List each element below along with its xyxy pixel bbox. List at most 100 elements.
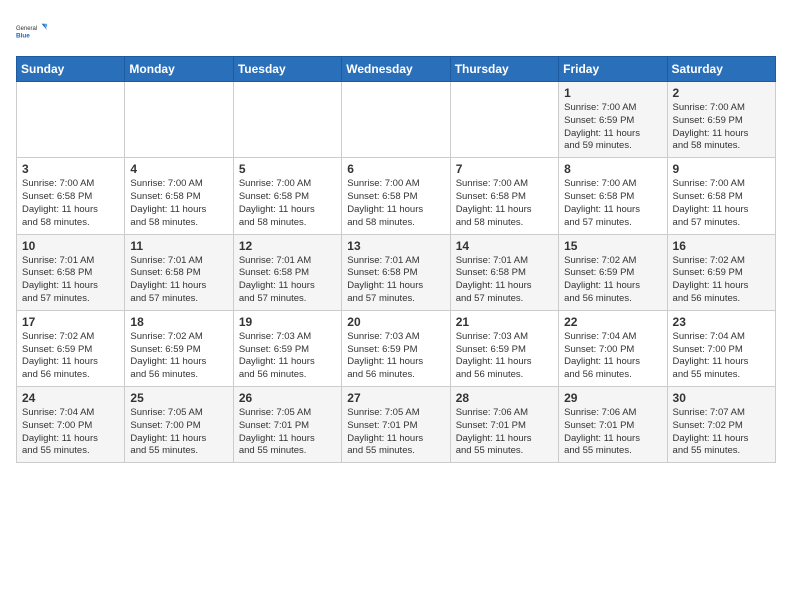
day-number: 8 (564, 162, 661, 176)
day-info: Sunrise: 7:00 AM Sunset: 6:58 PM Dayligh… (673, 178, 770, 229)
day-number: 17 (22, 315, 119, 329)
svg-text:General: General (16, 26, 37, 32)
calendar-cell: 9 Sunrise: 7:00 AM Sunset: 6:58 PM Daylig… (667, 158, 775, 234)
day-number: 29 (564, 391, 661, 405)
calendar-week-row: 1 Sunrise: 7:00 AM Sunset: 6:59 PM Daylig… (17, 82, 776, 158)
calendar-table: SundayMondayTuesdayWednesdayThursdayFrid… (16, 56, 776, 463)
day-number: 26 (239, 391, 336, 405)
logo: GeneralBlue (16, 16, 48, 48)
day-info: Sunrise: 7:06 AM Sunset: 7:01 PM Dayligh… (564, 407, 661, 458)
day-number: 15 (564, 239, 661, 253)
day-info: Sunrise: 7:02 AM Sunset: 6:59 PM Dayligh… (673, 255, 770, 306)
day-number: 20 (347, 315, 444, 329)
day-info: Sunrise: 7:05 AM Sunset: 7:00 PM Dayligh… (130, 407, 227, 458)
day-number: 19 (239, 315, 336, 329)
day-info: Sunrise: 7:04 AM Sunset: 7:00 PM Dayligh… (564, 331, 661, 382)
calendar-col-header: Sunday (17, 57, 125, 82)
day-number: 7 (456, 162, 553, 176)
calendar-cell: 4 Sunrise: 7:00 AM Sunset: 6:58 PM Daylig… (125, 158, 233, 234)
calendar-cell: 29 Sunrise: 7:06 AM Sunset: 7:01 PM Dayli… (559, 387, 667, 463)
day-info: Sunrise: 7:01 AM Sunset: 6:58 PM Dayligh… (22, 255, 119, 306)
calendar-week-row: 10Sunrise: 7:01 AM Sunset: 6:58 PM Dayli… (17, 234, 776, 310)
day-number: 3 (22, 162, 119, 176)
calendar-cell: 26 Sunrise: 7:05 AM Sunset: 7:01 PM Dayli… (233, 387, 341, 463)
day-info: Sunrise: 7:02 AM Sunset: 6:59 PM Dayligh… (130, 331, 227, 382)
day-number: 21 (456, 315, 553, 329)
calendar-cell: 10Sunrise: 7:01 AM Sunset: 6:58 PM Dayli… (17, 234, 125, 310)
calendar-cell (450, 82, 558, 158)
calendar-cell: 19 Sunrise: 7:03 AM Sunset: 6:59 PM Dayli… (233, 310, 341, 386)
page-header: GeneralBlue (16, 16, 776, 48)
day-number: 1 (564, 86, 661, 100)
calendar-cell: 3Sunrise: 7:00 AM Sunset: 6:58 PM Daylig… (17, 158, 125, 234)
day-number: 22 (564, 315, 661, 329)
calendar-cell: 11 Sunrise: 7:01 AM Sunset: 6:58 PM Dayli… (125, 234, 233, 310)
day-info: Sunrise: 7:03 AM Sunset: 6:59 PM Dayligh… (239, 331, 336, 382)
calendar-cell: 16 Sunrise: 7:02 AM Sunset: 6:59 PM Dayli… (667, 234, 775, 310)
day-number: 16 (673, 239, 770, 253)
calendar-cell: 23 Sunrise: 7:04 AM Sunset: 7:00 PM Dayli… (667, 310, 775, 386)
calendar-cell (17, 82, 125, 158)
day-info: Sunrise: 7:04 AM Sunset: 7:00 PM Dayligh… (673, 331, 770, 382)
calendar-col-header: Saturday (667, 57, 775, 82)
day-number: 23 (673, 315, 770, 329)
day-number: 9 (673, 162, 770, 176)
svg-text:Blue: Blue (16, 32, 30, 39)
day-number: 4 (130, 162, 227, 176)
day-number: 2 (673, 86, 770, 100)
calendar-cell (233, 82, 341, 158)
day-number: 5 (239, 162, 336, 176)
day-info: Sunrise: 7:06 AM Sunset: 7:01 PM Dayligh… (456, 407, 553, 458)
calendar-cell: 15 Sunrise: 7:02 AM Sunset: 6:59 PM Dayli… (559, 234, 667, 310)
calendar-cell: 7 Sunrise: 7:00 AM Sunset: 6:58 PM Daylig… (450, 158, 558, 234)
calendar-cell: 6Sunrise: 7:00 AM Sunset: 6:58 PM Daylig… (342, 158, 450, 234)
day-info: Sunrise: 7:03 AM Sunset: 6:59 PM Dayligh… (347, 331, 444, 382)
calendar-cell: 13 Sunrise: 7:01 AM Sunset: 6:58 PM Dayli… (342, 234, 450, 310)
day-info: Sunrise: 7:01 AM Sunset: 6:58 PM Dayligh… (130, 255, 227, 306)
day-info: Sunrise: 7:05 AM Sunset: 7:01 PM Dayligh… (239, 407, 336, 458)
calendar-cell: 2 Sunrise: 7:00 AM Sunset: 6:59 PM Daylig… (667, 82, 775, 158)
day-number: 12 (239, 239, 336, 253)
calendar-cell: 25 Sunrise: 7:05 AM Sunset: 7:00 PM Dayli… (125, 387, 233, 463)
day-number: 25 (130, 391, 227, 405)
day-info: Sunrise: 7:01 AM Sunset: 6:58 PM Dayligh… (239, 255, 336, 306)
day-info: Sunrise: 7:05 AM Sunset: 7:01 PM Dayligh… (347, 407, 444, 458)
calendar-cell: 24 Sunrise: 7:04 AM Sunset: 7:00 PM Dayli… (17, 387, 125, 463)
calendar-cell: 5 Sunrise: 7:00 AM Sunset: 6:58 PM Daylig… (233, 158, 341, 234)
calendar-col-header: Wednesday (342, 57, 450, 82)
calendar-cell: 22 Sunrise: 7:04 AM Sunset: 7:00 PM Dayli… (559, 310, 667, 386)
day-number: 13 (347, 239, 444, 253)
day-number: 24 (22, 391, 119, 405)
calendar-header-row: SundayMondayTuesdayWednesdayThursdayFrid… (17, 57, 776, 82)
calendar-cell: 28Sunrise: 7:06 AM Sunset: 7:01 PM Dayli… (450, 387, 558, 463)
calendar-cell: 30Sunrise: 7:07 AM Sunset: 7:02 PM Dayli… (667, 387, 775, 463)
logo-icon: GeneralBlue (16, 16, 48, 48)
day-info: Sunrise: 7:04 AM Sunset: 7:00 PM Dayligh… (22, 407, 119, 458)
calendar-col-header: Monday (125, 57, 233, 82)
calendar-cell: 21 Sunrise: 7:03 AM Sunset: 6:59 PM Dayli… (450, 310, 558, 386)
day-number: 30 (673, 391, 770, 405)
day-info: Sunrise: 7:01 AM Sunset: 6:58 PM Dayligh… (347, 255, 444, 306)
calendar-cell: 20 Sunrise: 7:03 AM Sunset: 6:59 PM Dayli… (342, 310, 450, 386)
calendar-cell: 12 Sunrise: 7:01 AM Sunset: 6:58 PM Dayli… (233, 234, 341, 310)
calendar-cell: 18Sunrise: 7:02 AM Sunset: 6:59 PM Dayli… (125, 310, 233, 386)
calendar-week-row: 24 Sunrise: 7:04 AM Sunset: 7:00 PM Dayli… (17, 387, 776, 463)
day-number: 11 (130, 239, 227, 253)
day-info: Sunrise: 7:02 AM Sunset: 6:59 PM Dayligh… (564, 255, 661, 306)
calendar-cell: 17Sunrise: 7:02 AM Sunset: 6:59 PM Dayli… (17, 310, 125, 386)
day-info: Sunrise: 7:00 AM Sunset: 6:58 PM Dayligh… (130, 178, 227, 229)
day-info: Sunrise: 7:00 AM Sunset: 6:58 PM Dayligh… (456, 178, 553, 229)
day-number: 27 (347, 391, 444, 405)
calendar-week-row: 3 Sunrise: 7:00 AM Sunset: 6:58 PM Daylig… (17, 158, 776, 234)
calendar-cell: 1 Sunrise: 7:00 AM Sunset: 6:59 PM Daylig… (559, 82, 667, 158)
day-info: Sunrise: 7:00 AM Sunset: 6:58 PM Dayligh… (564, 178, 661, 229)
day-number: 14 (456, 239, 553, 253)
calendar-cell (125, 82, 233, 158)
day-info: Sunrise: 7:00 AM Sunset: 6:59 PM Dayligh… (564, 102, 661, 153)
calendar-cell: 27 Sunrise: 7:05 AM Sunset: 7:01 PM Dayli… (342, 387, 450, 463)
day-info: Sunrise: 7:00 AM Sunset: 6:59 PM Dayligh… (673, 102, 770, 153)
calendar-cell (342, 82, 450, 158)
day-info: Sunrise: 7:00 AM Sunset: 6:58 PM Dayligh… (239, 178, 336, 229)
calendar-col-header: Tuesday (233, 57, 341, 82)
day-info: Sunrise: 7:03 AM Sunset: 6:59 PM Dayligh… (456, 331, 553, 382)
